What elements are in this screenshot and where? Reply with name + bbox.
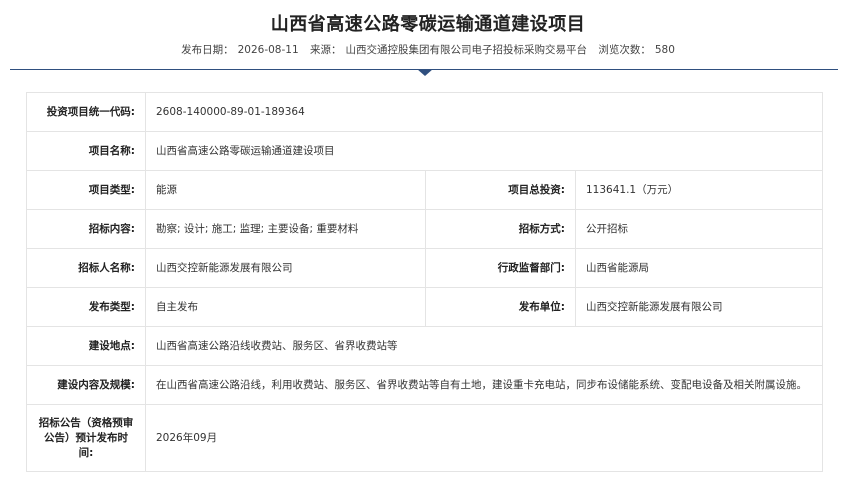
bid-method-label: 招标方式: — [425, 209, 576, 249]
table-row: 项目类型: 能源 项目总投资: 113641.1（万元） — [26, 170, 824, 210]
table-row: 招标人名称: 山西交控新能源发展有限公司 行政监督部门: 山西省能源局 — [26, 248, 824, 288]
scope-label: 建设内容及规模: — [26, 365, 146, 405]
table-row: 招标公告（资格预审公告）预计发布时间: 2026年09月 — [26, 404, 824, 472]
table-row: 建设地点: 山西省高速公路沿线收费站、服务区、省界收费站等 — [26, 326, 824, 366]
bid-method-value: 公开招标 — [574, 209, 824, 249]
table-row: 建设内容及规模: 在山西省高速公路沿线，利用收费站、服务区、省界收费站等自有土地… — [26, 365, 824, 405]
project-info-table: 投资项目统一代码: 2608-140000-89-01-189364 项目名称:… — [26, 92, 824, 472]
table-row: 发布类型: 自主发布 发布单位: 山西交控新能源发展有限公司 — [26, 287, 824, 327]
supervisor-label: 行政监督部门: — [425, 248, 576, 288]
source-value: 山西交通控股集团有限公司电子招投标采购交易平台 — [345, 44, 587, 56]
supervisor-value: 山西省能源局 — [574, 248, 824, 288]
project-code-label: 投资项目统一代码: — [26, 92, 146, 132]
project-type-label: 项目类型: — [26, 170, 146, 210]
publisher-value: 山西交控新能源发展有限公司 — [574, 287, 824, 327]
table-row: 项目名称: 山西省高速公路零碳运输通道建设项目 — [26, 131, 824, 171]
project-type-value: 能源 — [145, 170, 426, 210]
project-name-label: 项目名称: — [26, 131, 146, 171]
notice-time-value: 2026年09月 — [144, 404, 824, 472]
project-name-value: 山西省高速公路零碳运输通道建设项目 — [144, 131, 824, 171]
page-title: 山西省高速公路零碳运输通道建设项目 — [270, 14, 586, 35]
publish-type-value: 自主发布 — [145, 287, 426, 327]
publish-type-label: 发布类型: — [26, 287, 146, 327]
views-label: 浏览次数： — [598, 44, 651, 56]
location-value: 山西省高速公路沿线收费站、服务区、省界收费站等 — [144, 326, 824, 366]
bid-content-label: 招标内容: — [26, 209, 146, 249]
publisher-label: 发布单位: — [425, 287, 576, 327]
source-field: 来源： 山西交通控股集团有限公司电子招投标采购交易平台 — [308, 44, 589, 56]
total-investment-label: 项目总投资: — [425, 170, 576, 210]
publish-date-label: 发布日期： — [181, 44, 234, 56]
divider-arrow-icon — [417, 69, 433, 76]
scope-value: 在山西省高速公路沿线，利用收费站、服务区、省界收费站等自有土地，建设重卡充电站，… — [144, 365, 824, 405]
location-label: 建设地点: — [26, 326, 146, 366]
views-field: 浏览次数： 580 — [596, 44, 677, 56]
total-investment-value: 113641.1（万元） — [574, 170, 824, 210]
project-code-value: 2608-140000-89-01-189364 — [144, 92, 824, 132]
table-row: 招标内容: 勘察; 设计; 施工; 监理; 主要设备; 重要材料 招标方式: 公… — [26, 209, 824, 249]
tenderer-value: 山西交控新能源发展有限公司 — [145, 248, 426, 288]
notice-time-label: 招标公告（资格预审公告）预计发布时间: — [26, 404, 146, 472]
tenderer-label: 招标人名称: — [26, 248, 146, 288]
source-label: 来源： — [309, 44, 342, 56]
views-value: 580 — [654, 44, 675, 56]
publish-date-value: 2026-08-11 — [237, 44, 299, 56]
bid-content-value: 勘察; 设计; 施工; 监理; 主要设备; 重要材料 — [145, 209, 426, 249]
article-meta: 发布日期： 2026-08-11 来源： 山西交通控股集团有限公司电子招投标采购交易… — [0, 42, 856, 57]
table-row: 投资项目统一代码: 2608-140000-89-01-189364 — [26, 92, 824, 132]
publish-date-field: 发布日期： 2026-08-11 — [179, 44, 301, 56]
